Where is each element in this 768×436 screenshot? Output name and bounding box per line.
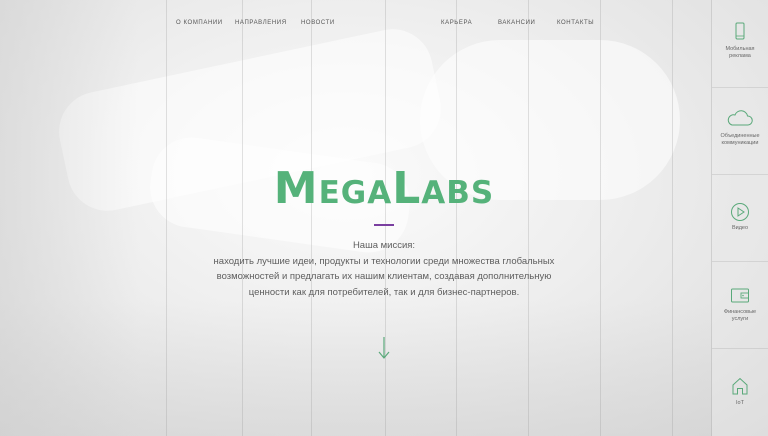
sidebar-label-1: IoT — [736, 400, 744, 406]
background-architecture — [0, 0, 768, 436]
cloud-icon — [727, 110, 753, 126]
mission-title: Наша миссия: — [352, 240, 416, 251]
nav-vacancies[interactable]: ВАКАНСИИ — [498, 20, 535, 26]
nav-career[interactable]: КАРЬЕРА — [441, 20, 472, 26]
sidebar-label-1: Мобильная — [725, 46, 755, 52]
top-navigation: О КОМПАНИИ НАПРАВЛЕНИЯ НОВОСТИ КАРЬЕРА В… — [0, 20, 712, 32]
sidebar-item-unified-communications[interactable]: Объединенные коммуникации — [712, 87, 768, 175]
mobile-phone-icon — [735, 22, 745, 40]
sidebar-item-financial-services[interactable]: Финансовые услуги — [712, 261, 768, 349]
home-icon — [732, 377, 748, 395]
mission-line-1: находить лучшие идеи, продукты и техноло… — [213, 255, 555, 267]
wallet-icon — [731, 288, 749, 303]
sidebar-item-iot[interactable]: IoT — [712, 348, 768, 435]
mission-line-2: возможностей и предлагать их нашим клиен… — [216, 271, 552, 282]
nav-about[interactable]: О КОМПАНИИ — [176, 20, 223, 26]
sidebar-label-1: Финансовые — [723, 309, 757, 315]
nav-news[interactable]: НОВОСТИ — [301, 20, 335, 26]
sidebar-label-2: коммуникации — [721, 140, 759, 146]
sidebar-label-2: услуги — [731, 316, 749, 322]
sidebar-item-mobile-ads[interactable]: Мобильная реклама — [712, 0, 768, 88]
logo-underline — [374, 224, 394, 226]
mission-statement: Наша миссия: находить лучшие идеи, проду… — [0, 238, 768, 300]
mission-line-3: ценности как для потребителей, так и для… — [248, 286, 520, 298]
nav-directions[interactable]: НАПРАВЛЕНИЯ — [235, 20, 287, 26]
arrow-down-icon[interactable] — [377, 336, 391, 360]
sidebar-label-1: Объединенные — [720, 133, 760, 139]
nav-contacts[interactable]: КОНТАКТЫ — [557, 20, 594, 26]
sidebar-item-video[interactable]: Видео — [712, 174, 768, 262]
sidebar-label-1: Видео — [731, 225, 749, 231]
play-icon — [731, 203, 749, 221]
services-sidebar: Мобильная реклама Объединенные коммуника… — [711, 0, 768, 436]
megalabs-logo: MegaLabs — [273, 163, 495, 214]
sidebar-label-2: реклама — [729, 53, 751, 59]
